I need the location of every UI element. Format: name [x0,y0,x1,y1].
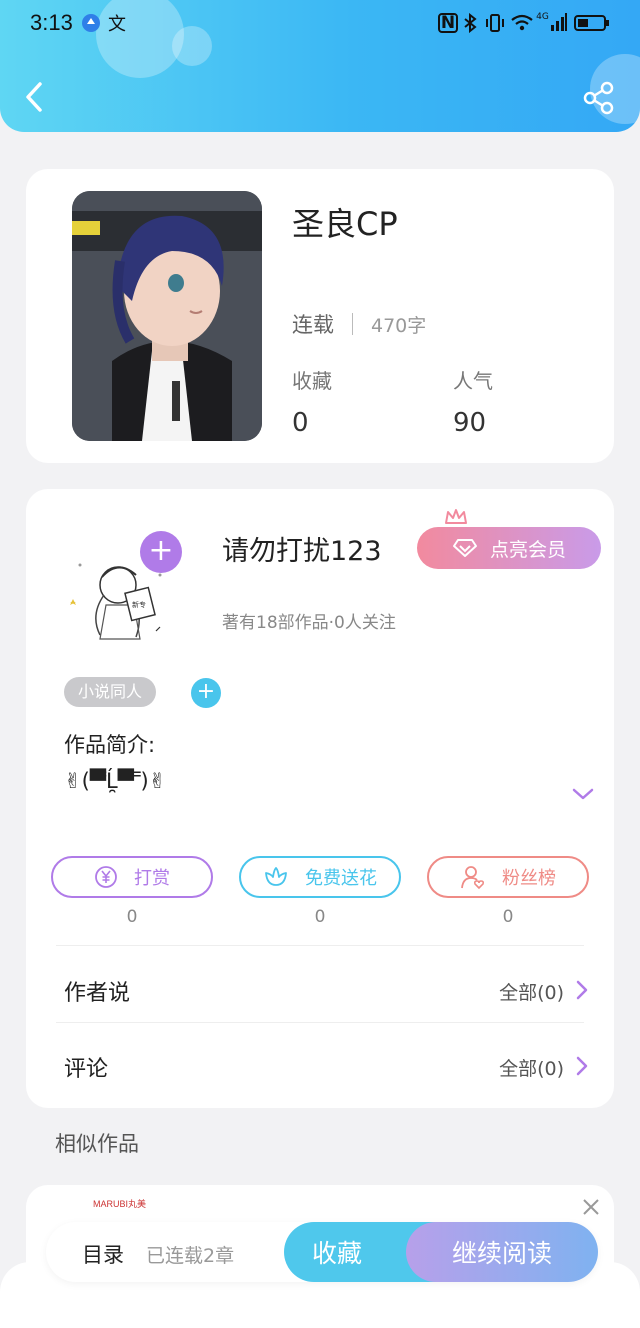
plus-icon: + [148,533,174,568]
book-status-row: 连载 470字 [292,309,426,339]
chapter-count: 已连载2章 [146,1245,235,1267]
status-time: 3:13 [30,10,73,35]
follow-author-button[interactable]: + [140,531,182,573]
wifi-icon [510,12,534,34]
status-bar: 3:13 文 N 4G [0,0,640,50]
collect-label: 收藏 [312,1239,363,1268]
popularity-value: 90 [453,408,487,438]
fan-ranking-button[interactable]: 粉丝榜 [427,856,589,898]
serial-status: 连载 [292,313,334,337]
favorites-value: 0 [292,408,309,438]
bluetooth-icon [462,12,478,34]
popularity-label: 人气 [453,369,493,393]
back-button[interactable] [18,78,52,116]
share-button[interactable] [580,80,618,116]
cover-illustration [72,191,262,441]
network-type-label: 4G [536,12,549,22]
bottom-action-bar: 目录 已连载2章 收藏 继续阅读 [46,1222,598,1282]
intro-text: ✌(▀̿Ĺ̯▀̿ ̿)✌ [64,769,167,793]
send-flower-button[interactable]: 免费送花 [239,856,401,898]
tip-button[interactable]: 打赏 [51,856,213,898]
tip-count: 0 [126,907,138,927]
vibrate-icon [484,12,506,34]
divider [56,945,584,946]
divider [56,1022,584,1023]
favorites-label: 收藏 [292,369,332,393]
book-cover-image[interactable] [72,191,262,441]
nfc-icon: N [438,13,458,33]
word-count: 470字 [371,314,427,337]
author-says-all[interactable]: 全部(0) [499,978,564,1005]
favorites-stat: 收藏 0 [292,365,332,438]
divider [352,313,353,335]
author-says-row[interactable]: 作者说 全部(0) [26,959,614,1019]
continue-reading-label: 继续阅读 [451,1239,552,1268]
diamond-icon [452,539,477,557]
comments-label: 评论 [64,1057,109,1082]
author-name[interactable]: 请勿打扰123 [222,529,382,568]
battery-icon [574,12,610,34]
yen-coin-icon [95,866,117,888]
author-card: 新专 + 请勿打扰123 点亮会员 著有18部作品·0人关注 小说同人 + 作品… [26,489,614,1108]
intro-heading: 作品简介: [64,733,156,757]
avatar-sketch-text: 新专 [132,600,146,609]
fan-ranking-label: 粉丝榜 [502,868,556,889]
ad-brand-logo: MARUBI丸美 [93,1199,147,1209]
book-info-card: 圣良CP 连载 470字 收藏 0 人气 90 [26,169,614,463]
add-tag-button[interactable]: + [191,678,221,708]
chevron-right-icon [576,1056,588,1076]
chevron-right-icon [576,980,588,1000]
table-of-contents-button[interactable]: 目录 [82,1239,124,1269]
close-icon[interactable] [582,1198,600,1216]
continue-reading-button[interactable]: 继续阅读 [406,1222,598,1282]
browser-app-icon [80,12,102,34]
signal-4g-icon: 4G [536,12,568,34]
send-flower-label: 免费送花 [305,868,377,889]
comments-row[interactable]: 评论 全部(0) [26,1035,614,1095]
similar-works-heading: 相似作品 [55,1132,139,1156]
flower-count: 0 [314,907,326,927]
fan-user-icon [461,866,485,890]
vip-label: 点亮会员 [489,538,566,561]
chevron-left-icon [26,82,42,112]
author-says-label: 作者说 [64,981,131,1006]
fan-count: 0 [502,907,514,927]
vip-membership-button[interactable]: 点亮会员 [417,527,601,569]
flower-icon [265,867,287,886]
translate-icon: 文 [108,14,126,35]
comments-all[interactable]: 全部(0) [499,1054,564,1081]
crown-icon [445,509,467,524]
popularity-stat: 人气 90 [453,365,493,438]
share-icon [583,81,614,115]
genre-tag[interactable]: 小说同人 [64,677,157,707]
expand-chevron-icon[interactable] [572,787,594,801]
top-header: 3:13 文 N 4G [0,0,640,132]
book-title: 圣良CP [292,205,398,243]
tip-label: 打赏 [134,868,170,889]
plus-icon: + [196,679,216,704]
author-meta: 著有18部作品·0人关注 [222,613,396,633]
